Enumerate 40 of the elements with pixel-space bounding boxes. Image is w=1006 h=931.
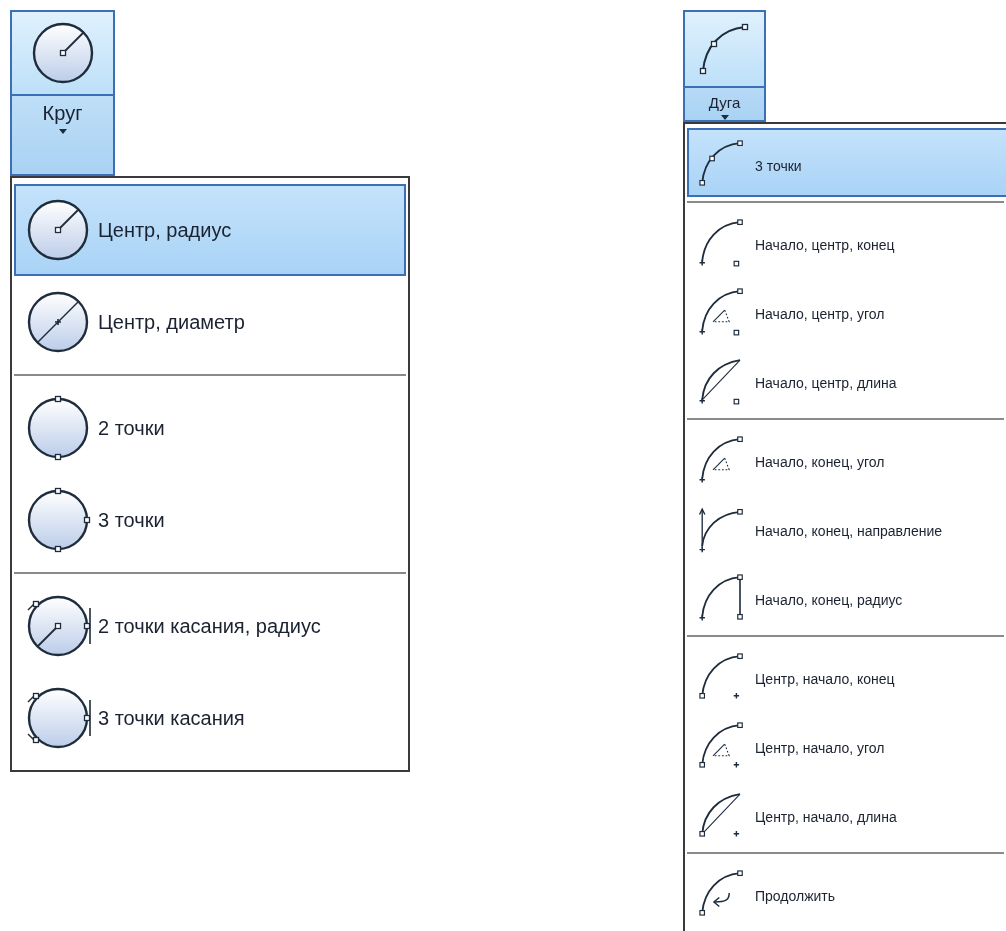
menu-item[interactable]: Продолжить xyxy=(687,858,1006,927)
caret-icon xyxy=(58,129,67,134)
item-label: Центр, начало, угол xyxy=(755,739,885,756)
item-label: 3 точки xyxy=(755,157,802,174)
menu-item[interactable]: Начало, центр, угол xyxy=(687,276,1006,345)
menu-item[interactable]: 2 точки касания, радиус xyxy=(14,580,406,672)
menu-item[interactable]: Центр, начало, длина xyxy=(687,779,1006,848)
item-label: 2 точки xyxy=(98,416,165,440)
button-label: Дуга xyxy=(708,94,741,111)
menu-item[interactable]: 3 точки xyxy=(14,474,406,566)
menu-item[interactable]: Начало, конец, радиус xyxy=(687,562,1006,631)
menu-item[interactable]: Начало, центр, длина xyxy=(687,345,1006,414)
menu-item[interactable]: Центр, радиус xyxy=(14,184,406,276)
menu-item[interactable]: 3 точки касания xyxy=(14,672,406,764)
item-label: Начало, центр, длина xyxy=(755,374,897,391)
item-label: Центр, начало, конец xyxy=(755,670,895,687)
menu-item[interactable]: Начало, центр, конец xyxy=(687,207,1006,276)
item-label: Продолжить xyxy=(755,887,836,904)
item-label: Начало, центр, угол xyxy=(755,305,885,322)
menu-item[interactable]: 3 точки xyxy=(687,128,1006,197)
item-label: Начало, конец, угол xyxy=(755,453,885,470)
menu-item[interactable]: Начало, конец, направление xyxy=(687,493,1006,562)
caret-icon xyxy=(720,115,729,120)
menu-item[interactable]: Начало, конец, угол xyxy=(687,424,1006,493)
item-label: Центр, диаметр xyxy=(98,310,245,334)
menu-item[interactable]: Центр, начало, угол xyxy=(687,710,1006,779)
item-label: Центр, начало, длина xyxy=(755,808,897,825)
split-button[interactable]: Дуга xyxy=(683,10,766,122)
item-label: 3 точки касания xyxy=(98,706,245,730)
split-button[interactable]: Круг xyxy=(10,10,115,176)
item-label: Центр, радиус xyxy=(98,218,232,242)
menu-item[interactable]: Центр, начало, конец xyxy=(687,641,1006,710)
item-label: Начало, центр, конец xyxy=(755,236,895,253)
item-label: 2 точки касания, радиус xyxy=(98,614,321,638)
button-label: Круг xyxy=(42,102,83,125)
item-label: 3 точки xyxy=(98,508,165,532)
item-label: Начало, конец, направление xyxy=(755,522,943,539)
menu-item[interactable]: 2 точки xyxy=(14,382,406,474)
menu-item[interactable]: Центр, диаметр xyxy=(14,276,406,368)
item-label: Начало, конец, радиус xyxy=(755,591,903,608)
